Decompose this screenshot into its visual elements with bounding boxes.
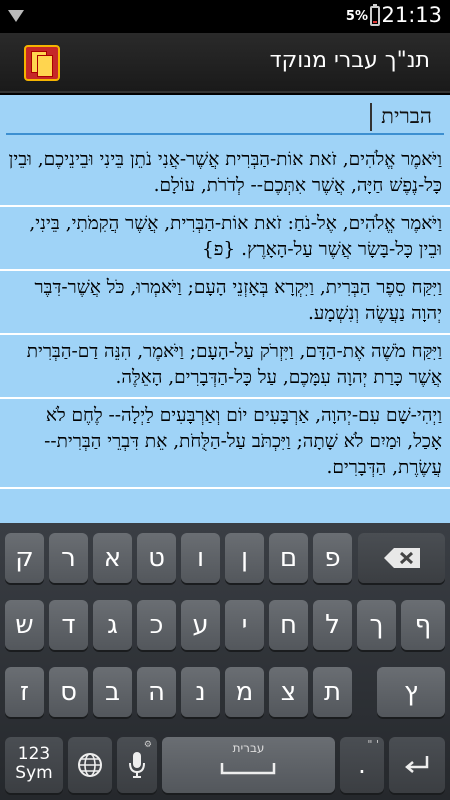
search-input[interactable] bbox=[6, 99, 444, 135]
key-tsadi[interactable]: צ bbox=[269, 667, 308, 717]
mic-icon bbox=[129, 752, 145, 778]
enter-icon bbox=[405, 756, 429, 773]
clock: 21:13 bbox=[381, 3, 442, 27]
key-het[interactable]: ח bbox=[269, 600, 308, 650]
key-kaf-sofit[interactable]: ך bbox=[357, 600, 396, 650]
app-logo-icon[interactable] bbox=[24, 45, 60, 81]
globe-icon bbox=[78, 753, 102, 777]
key-bet[interactable]: ב bbox=[93, 667, 132, 717]
key-zayin[interactable]: ז bbox=[5, 667, 44, 717]
content-area: וַיֹּאמֶר אֱלֹהִים, זֹאת אוֹת-הַבְּרִית … bbox=[0, 95, 450, 523]
key-dalet[interactable]: ד bbox=[49, 600, 88, 650]
backspace-icon bbox=[383, 548, 420, 568]
key-mem[interactable]: מ bbox=[225, 667, 264, 717]
key-tet[interactable]: ט bbox=[137, 533, 176, 583]
key-he[interactable]: ה bbox=[137, 667, 176, 717]
keyboard: ק ר א ט ו ן ם פ ש ד ג כ ע י ח ל ך ף ז ס … bbox=[0, 523, 450, 800]
language-key[interactable] bbox=[68, 737, 112, 793]
sym-key[interactable]: 123 Sym bbox=[5, 737, 63, 793]
result-item[interactable]: וַיְהִי-שָׁם עִם-יְהוָה, אַרְבָּעִים יוֹ… bbox=[0, 399, 450, 489]
battery-percent: 5% bbox=[345, 9, 368, 24]
key-alef[interactable]: א bbox=[93, 533, 132, 583]
key-tav[interactable]: ת bbox=[313, 667, 352, 717]
results-list: וַיֹּאמֶר אֱלֹהִים, זֹאת אוֹת-הַבְּרִית … bbox=[0, 143, 450, 489]
battery-icon bbox=[370, 4, 380, 26]
punctuation-glyph: . bbox=[358, 751, 366, 779]
result-item[interactable]: וַיֹּאמֶר אֱלֹהִים, זֹאת אוֹת-הַבְּרִית … bbox=[0, 143, 450, 207]
result-item[interactable]: וַיֹּאמֶר אֱלֹהִים, אֶל-נֹחַ: זֹאת אוֹת-… bbox=[0, 207, 450, 271]
key-nun[interactable]: נ bbox=[181, 667, 220, 717]
action-bar: תנ"ך עברי מנוקד bbox=[0, 33, 450, 93]
key-pe-sofit[interactable]: ף bbox=[401, 600, 445, 650]
space-key[interactable]: עברית bbox=[162, 737, 335, 793]
key-shin[interactable]: ש bbox=[5, 600, 44, 650]
key-gimel[interactable]: ג bbox=[93, 600, 132, 650]
key-resh[interactable]: ר bbox=[49, 533, 88, 583]
signal-icon bbox=[8, 10, 24, 22]
space-bar-icon bbox=[220, 763, 276, 775]
search-bar bbox=[0, 95, 450, 141]
key-kaf[interactable]: כ bbox=[137, 600, 176, 650]
key-pe[interactable]: פ bbox=[313, 533, 352, 583]
sym-key-label: 123 Sym bbox=[15, 744, 53, 783]
punctuation-key[interactable]: " ' . bbox=[340, 737, 384, 793]
backspace-key[interactable] bbox=[358, 533, 445, 583]
key-mem-sofit[interactable]: ם bbox=[269, 533, 308, 583]
text-cursor bbox=[370, 103, 372, 131]
key-ayin[interactable]: ע bbox=[181, 600, 220, 650]
space-key-label: עברית bbox=[232, 741, 265, 755]
app-title: תנ"ך עברי מנוקד bbox=[269, 48, 430, 73]
key-tsadi-sofit[interactable]: ץ bbox=[377, 667, 445, 717]
key-yod[interactable]: י bbox=[225, 600, 264, 650]
key-vav[interactable]: ו bbox=[181, 533, 220, 583]
status-bar: 5% 21:13 bbox=[0, 0, 450, 33]
enter-key[interactable] bbox=[389, 737, 445, 793]
key-lamed[interactable]: ל bbox=[313, 600, 352, 650]
result-item[interactable]: וַיִּקַּח סֵפֶר הַבְּרִית, וַיִּקְרָא בְ… bbox=[0, 271, 450, 335]
key-samekh[interactable]: ס bbox=[49, 667, 88, 717]
key-qof[interactable]: ק bbox=[5, 533, 44, 583]
key-nun-sofit[interactable]: ן bbox=[225, 533, 264, 583]
voice-input-key[interactable]: ⚙ bbox=[117, 737, 157, 793]
result-item[interactable]: וַיִּקַּח מֹשֶׁה אֶת-הַדָּם, וַיִּזְרֹק … bbox=[0, 335, 450, 399]
